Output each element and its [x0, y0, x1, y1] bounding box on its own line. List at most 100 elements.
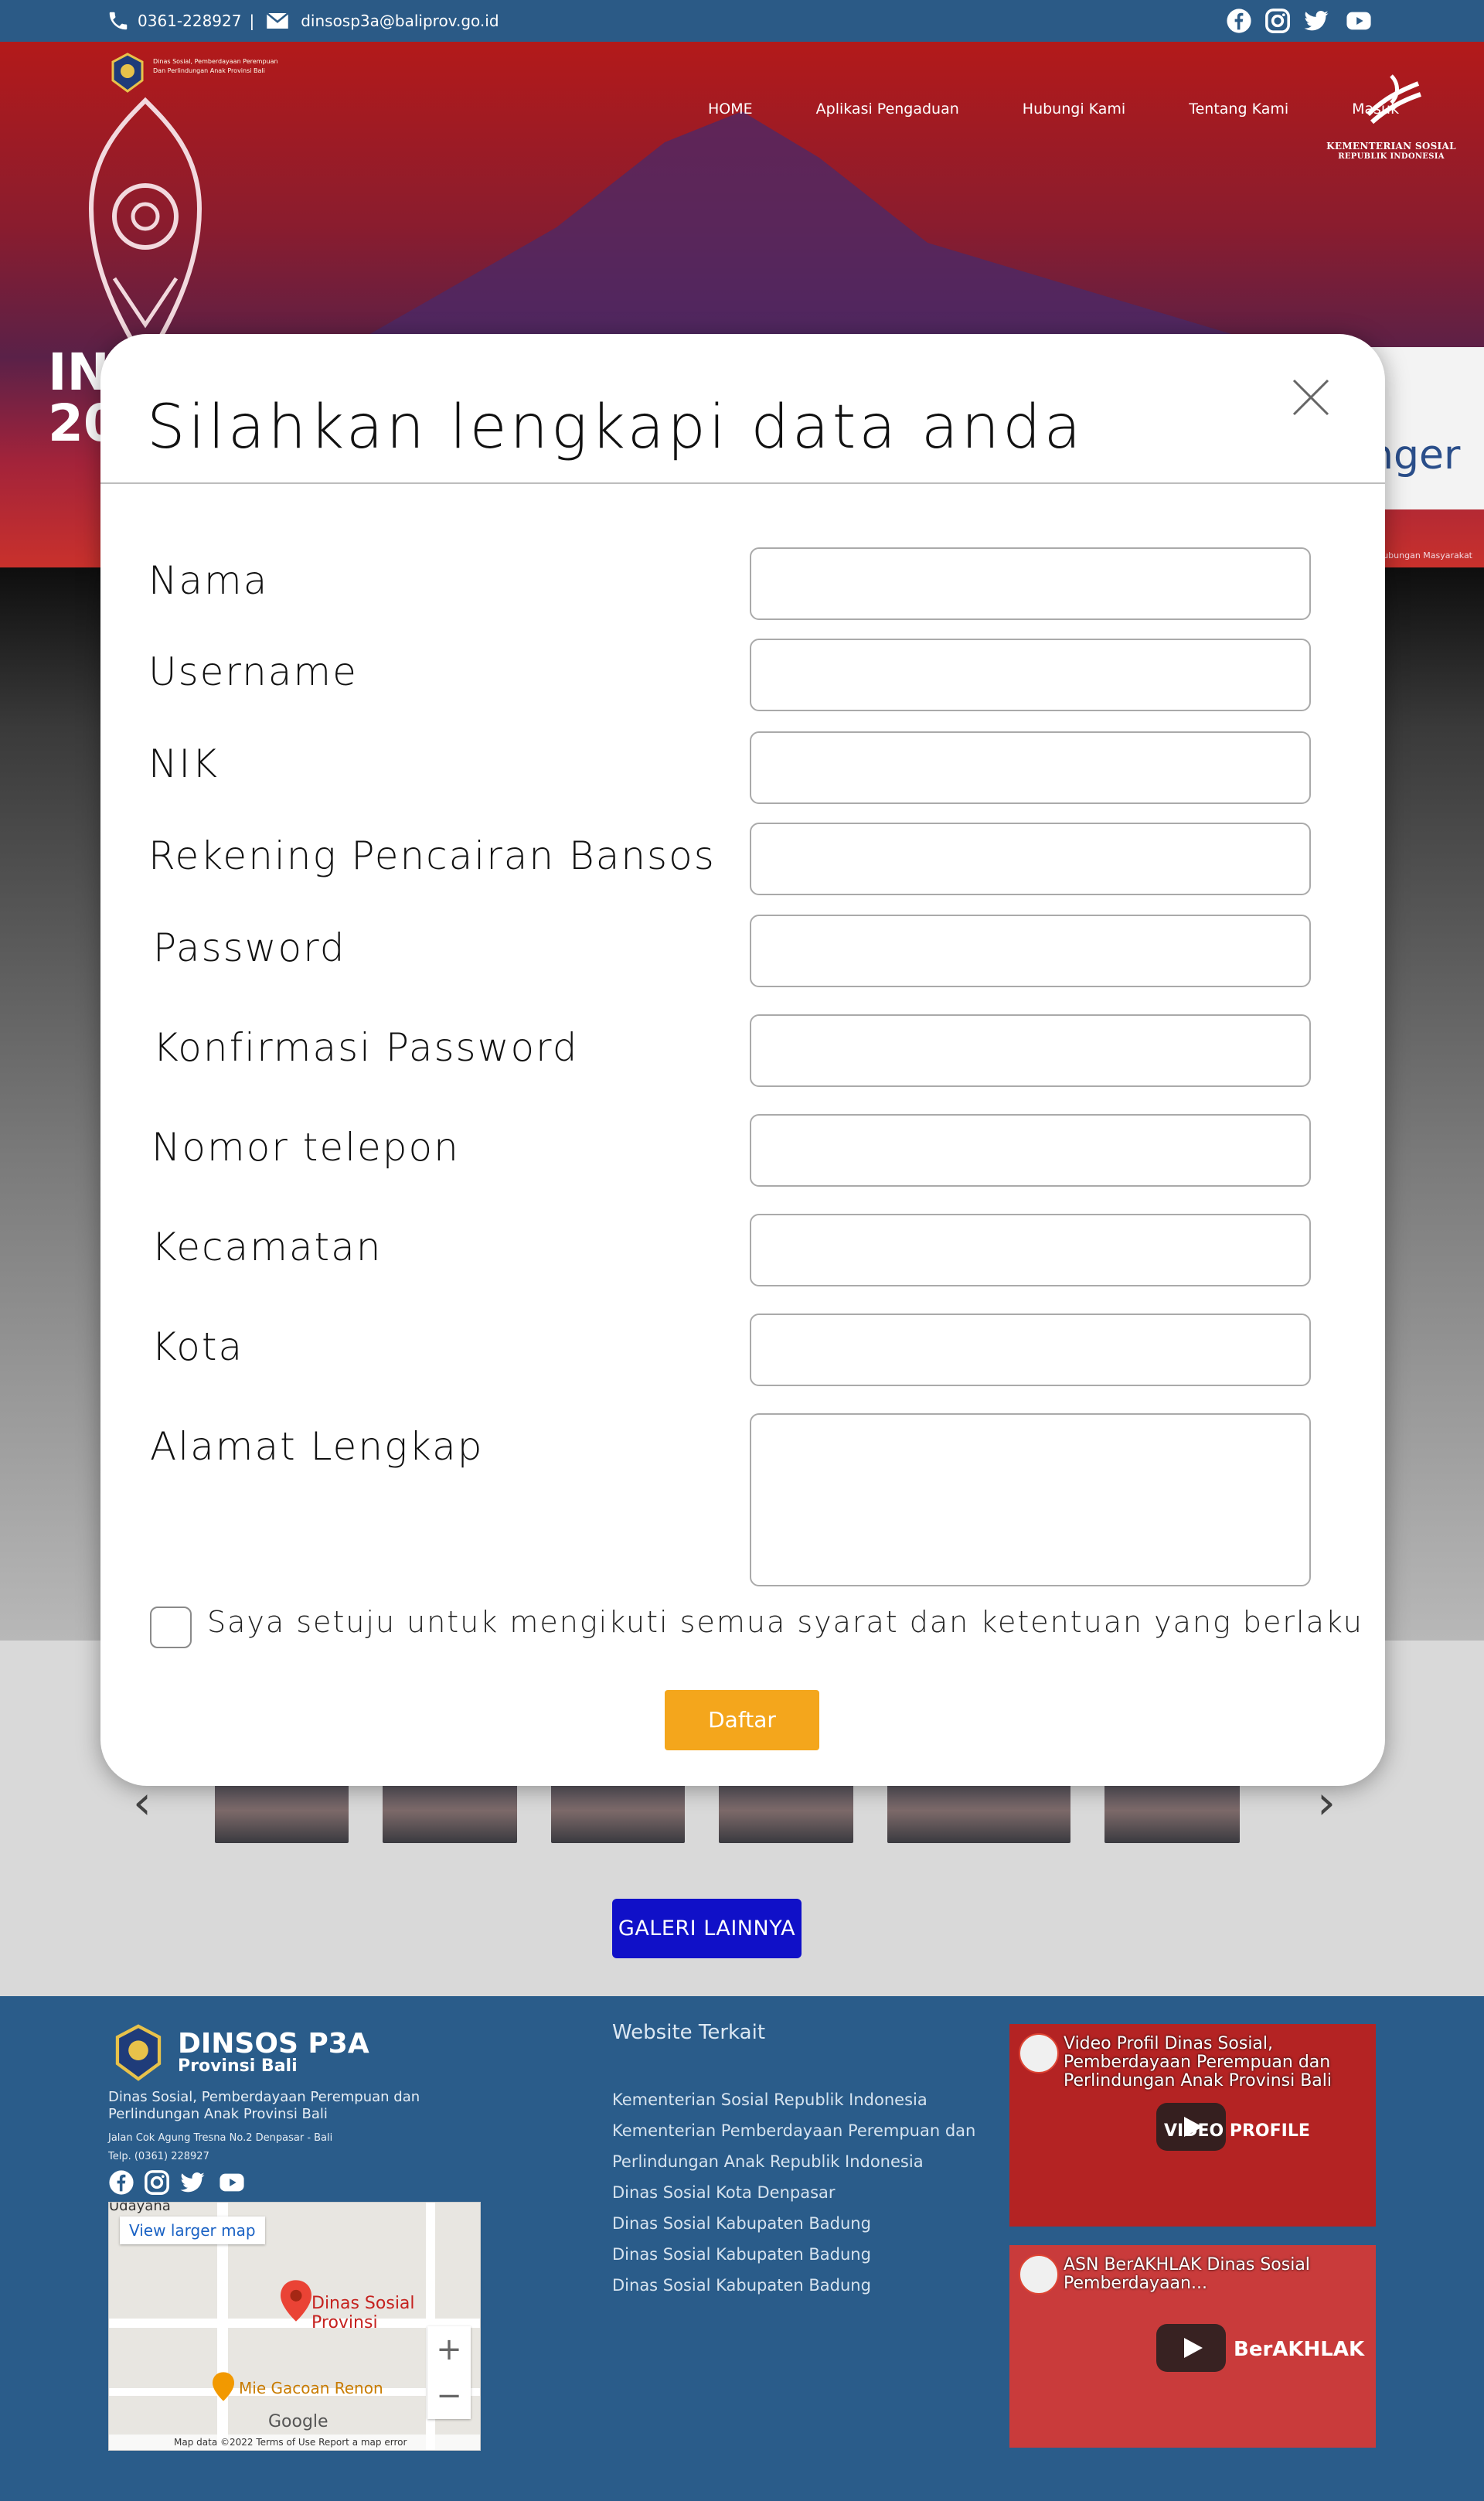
video-overlay-text: BerAKHLAK [1234, 2338, 1365, 2361]
daftar-button[interactable]: Daftar [665, 1690, 819, 1750]
kota-input[interactable] [750, 1314, 1311, 1386]
label-konfirmasi-password: Konfirmasi Password [153, 1025, 579, 1070]
alamat-lengkap-textarea[interactable] [750, 1413, 1311, 1586]
video-embed-profile[interactable]: Video Profil Dinas Sosial, Pemberdayaan … [1009, 2024, 1376, 2227]
nama-input[interactable] [750, 547, 1311, 620]
channel-avatar [1019, 2254, 1059, 2295]
kecamatan-input[interactable] [750, 1214, 1311, 1286]
top-social-links [1226, 8, 1376, 34]
channel-avatar [1019, 2033, 1059, 2073]
map-zoom-controls: + − [427, 2326, 471, 2419]
phone-text: 0361-228927 [138, 12, 242, 30]
org-line-2: Dan Perlindungan Anak Provinsi Bali [153, 67, 265, 74]
gallery-thumb[interactable] [383, 1778, 517, 1843]
nav-hubungi-kami[interactable]: Hubungi Kami [1023, 101, 1125, 118]
rekening-input[interactable] [750, 823, 1311, 895]
konfirmasi-password-input[interactable] [750, 1014, 1311, 1087]
phone-icon [109, 12, 128, 30]
footer: DINSOS P3A Provinsi Bali Dinas Sosial, P… [0, 1996, 1484, 2501]
zoom-out-button[interactable]: − [427, 2373, 471, 2419]
facebook-icon[interactable] [108, 2169, 134, 2196]
footer-brand-sub: Provinsi Bali [178, 2056, 298, 2076]
nomor-telepon-input[interactable] [750, 1114, 1311, 1187]
instagram-icon[interactable] [1264, 8, 1291, 34]
instagram-icon[interactable] [144, 2169, 170, 2196]
zoom-in-button[interactable]: + [427, 2326, 471, 2373]
close-icon[interactable] [1288, 374, 1334, 421]
related-websites-title: Website Terkait [612, 2021, 766, 2044]
gallery-thumb[interactable] [550, 1778, 686, 1843]
map-pin-icon[interactable] [281, 2280, 311, 2322]
related-link[interactable]: Kementerian Pemberdayaan Perempuan dan P… [612, 2115, 983, 2177]
video-title[interactable]: Video Profil Dinas Sosial, Pemberdayaan … [1064, 2035, 1368, 2090]
label-kecamatan: Kecamatan [151, 1225, 383, 1269]
separator: | [249, 12, 255, 30]
twitter-icon[interactable] [179, 2169, 206, 2196]
related-link[interactable]: Kementerian Sosial Republik Indonesia [612, 2084, 983, 2115]
org-name-small: Dinas Sosial, Pemberdayaan Perempuan Dan… [153, 57, 308, 76]
hero-small-caption: ubungan Masyarakat [1383, 550, 1472, 561]
youtube-icon[interactable] [1342, 8, 1376, 34]
footer-brand-title: DINSOS P3A [178, 2028, 369, 2060]
email-text[interactable]: dinsosp3a@baliprov.go.id [301, 12, 499, 30]
label-username: Username [148, 649, 358, 694]
dinsos-emblem-icon [115, 2024, 162, 2081]
nik-input[interactable] [750, 731, 1311, 804]
registration-modal: Silahkan lengkapi data anda Nama Usernam… [100, 334, 1385, 1786]
video-embed-berakhlak[interactable]: ASN BerAKHLAK Dinas Sosial Pemberdayaan.… [1009, 2245, 1376, 2448]
org-line-1: Dinas Sosial, Pemberdayaan Perempuan [153, 58, 278, 65]
video-title[interactable]: ASN BerAKHLAK Dinas Sosial Pemberdayaan.… [1064, 2256, 1368, 2293]
gallery-thumb[interactable] [887, 1778, 1070, 1843]
map-attribution[interactable]: Map data ©2022 Terms of Use Report a map… [109, 2435, 480, 2450]
password-input[interactable] [750, 915, 1311, 987]
modal-divider [100, 482, 1385, 484]
youtube-icon[interactable] [215, 2169, 249, 2196]
org-logo[interactable]: Dinas Sosial, Pemberdayaan Perempuan Dan… [108, 53, 301, 96]
gallery-prev-arrow[interactable]: ‹ [133, 1780, 151, 1826]
nav-tentang-kami[interactable]: Tentang Kami [1189, 101, 1288, 118]
google-logo: Google [268, 2412, 328, 2431]
ornament-icon [88, 97, 203, 368]
nav-aplikasi-pengaduan[interactable]: Aplikasi Pengaduan [816, 101, 959, 118]
gallery-thumb[interactable] [719, 1778, 853, 1843]
kemensos-line-2: REPUBLIK INDONESIA [1338, 152, 1445, 161]
gallery-thumb[interactable] [215, 1778, 349, 1843]
label-password: Password [153, 925, 346, 970]
related-websites-list: Kementerian Sosial Republik Indonesia Ke… [612, 2084, 983, 2301]
kemensos-logo[interactable]: KEMENTERIAN SOSIAL REPUBLIK INDONESIA [1322, 60, 1461, 162]
facebook-icon[interactable] [1226, 8, 1252, 34]
related-link[interactable]: Dinas Sosial Kabupaten Badung [612, 2208, 983, 2239]
footer-phone: Telp. (0361) 228927 [108, 2151, 209, 2162]
footer-brand[interactable]: DINSOS P3A Provinsi Bali [108, 2024, 369, 2081]
nav-home[interactable]: HOME [708, 101, 753, 118]
agree-checkbox[interactable] [150, 1607, 192, 1648]
map-pin2-label: Mie Gacoan Renon [239, 2379, 383, 2397]
embedded-map[interactable]: Udayana View larger map Dinas Sosial Pro… [108, 2202, 481, 2451]
related-link[interactable]: Dinas Sosial Kota Denpasar [612, 2177, 983, 2208]
restaurant-pin-icon[interactable] [213, 2371, 234, 2402]
video-overlay-text: VIDEO PROFILE [1164, 2121, 1310, 2141]
gallery-thumb[interactable] [1104, 1778, 1241, 1843]
kemensos-emblem-icon [1366, 74, 1421, 124]
username-input[interactable] [750, 639, 1311, 711]
agree-text: Saya setuju untuk mengikuti semua syarat… [207, 1605, 1363, 1639]
gallery-strip [215, 1778, 1274, 1843]
label-nik: NIK [148, 741, 219, 786]
view-larger-map-link[interactable]: View larger map [120, 2216, 265, 2244]
galeri-lainnya-button[interactable]: GALERI LAINNYA [612, 1899, 802, 1958]
kemensos-line-1: KEMENTERIAN SOSIAL [1326, 141, 1456, 152]
related-link[interactable]: Dinas Sosial Kabupaten Badung [612, 2239, 983, 2270]
twitter-icon[interactable] [1303, 8, 1329, 34]
footer-address-block: Jalan Cok Agung Tresna No.2 Denpasar - B… [108, 2129, 332, 2166]
footer-address: Jalan Cok Agung Tresna No.2 Denpasar - B… [108, 2132, 333, 2144]
play-icon[interactable] [1156, 2324, 1226, 2372]
modal-title: Silahkan lengkapi data anda [147, 393, 1084, 462]
gallery-next-arrow[interactable]: › [1317, 1780, 1336, 1826]
label-kota: Kota [151, 1324, 244, 1369]
label-alamat-lengkap: Alamat Lengkap [150, 1424, 484, 1469]
related-link[interactable]: Dinas Sosial Kabupaten Badung [612, 2270, 983, 2301]
contact-info: 0361-228927 | dinsosp3a@baliprov.go.id [107, 9, 499, 32]
label-nama: Nama [148, 558, 269, 603]
top-info-bar: 0361-228927 | dinsosp3a@baliprov.go.id [0, 0, 1484, 42]
hero-right-panel: r nger [1368, 347, 1484, 509]
